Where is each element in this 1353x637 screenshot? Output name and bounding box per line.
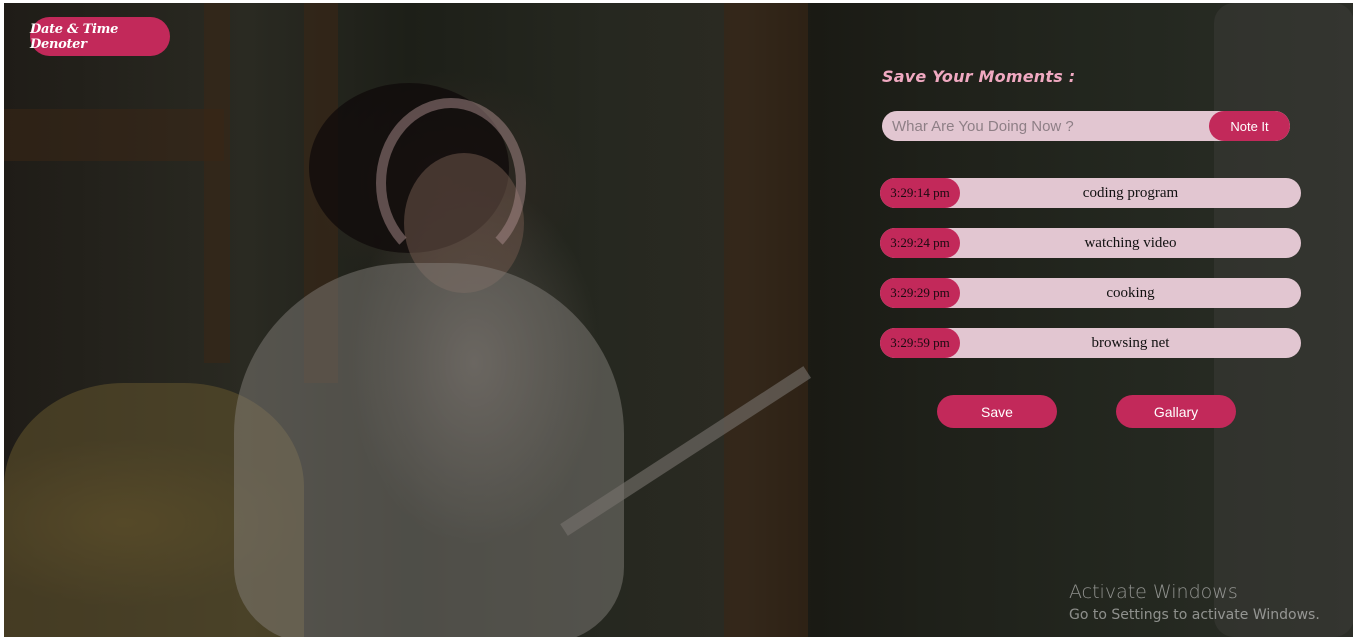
moment-time-badge: 3:29:29 pm xyxy=(880,278,960,308)
moment-time-badge: 3:29:59 pm xyxy=(880,328,960,358)
app-logo[interactable]: Date & Time Denoter xyxy=(30,17,170,56)
moment-item: 3:29:29 pm cooking xyxy=(880,278,1301,308)
app-logo-label: Date & Time Denoter xyxy=(30,21,119,52)
moment-list: 3:29:14 pm coding program 3:29:24 pm wat… xyxy=(880,178,1301,378)
panel-title: Save Your Moments : xyxy=(882,67,1076,86)
activate-windows-watermark: Activate Windows Go to Settings to activ… xyxy=(1069,581,1320,623)
note-it-button[interactable]: Note It xyxy=(1209,111,1290,141)
moment-text: cooking xyxy=(1106,284,1155,301)
watermark-title: Activate Windows xyxy=(1069,581,1238,603)
save-button[interactable]: Save xyxy=(937,395,1057,428)
window-frame-right xyxy=(724,3,808,637)
moment-text: watching video xyxy=(1084,234,1177,251)
activity-entry: Note It xyxy=(882,111,1290,141)
person-shirt xyxy=(234,263,624,637)
activity-input[interactable] xyxy=(882,111,1212,141)
moment-text: browsing net xyxy=(1091,334,1170,351)
moment-item: 3:29:59 pm browsing net xyxy=(880,328,1301,358)
moment-item: 3:29:14 pm coding program xyxy=(880,178,1301,208)
moment-time-badge: 3:29:14 pm xyxy=(880,178,960,208)
window-frame-top xyxy=(4,109,224,161)
watermark-subtitle: Go to Settings to activate Windows. xyxy=(1069,607,1320,623)
headphones-shape xyxy=(376,98,526,268)
moment-text: coding program xyxy=(1082,184,1179,201)
gallery-button[interactable]: Gallary xyxy=(1116,395,1236,428)
moment-item: 3:29:24 pm watching video xyxy=(880,228,1301,258)
window-frame-left xyxy=(204,3,230,363)
moment-time-badge: 3:29:24 pm xyxy=(880,228,960,258)
